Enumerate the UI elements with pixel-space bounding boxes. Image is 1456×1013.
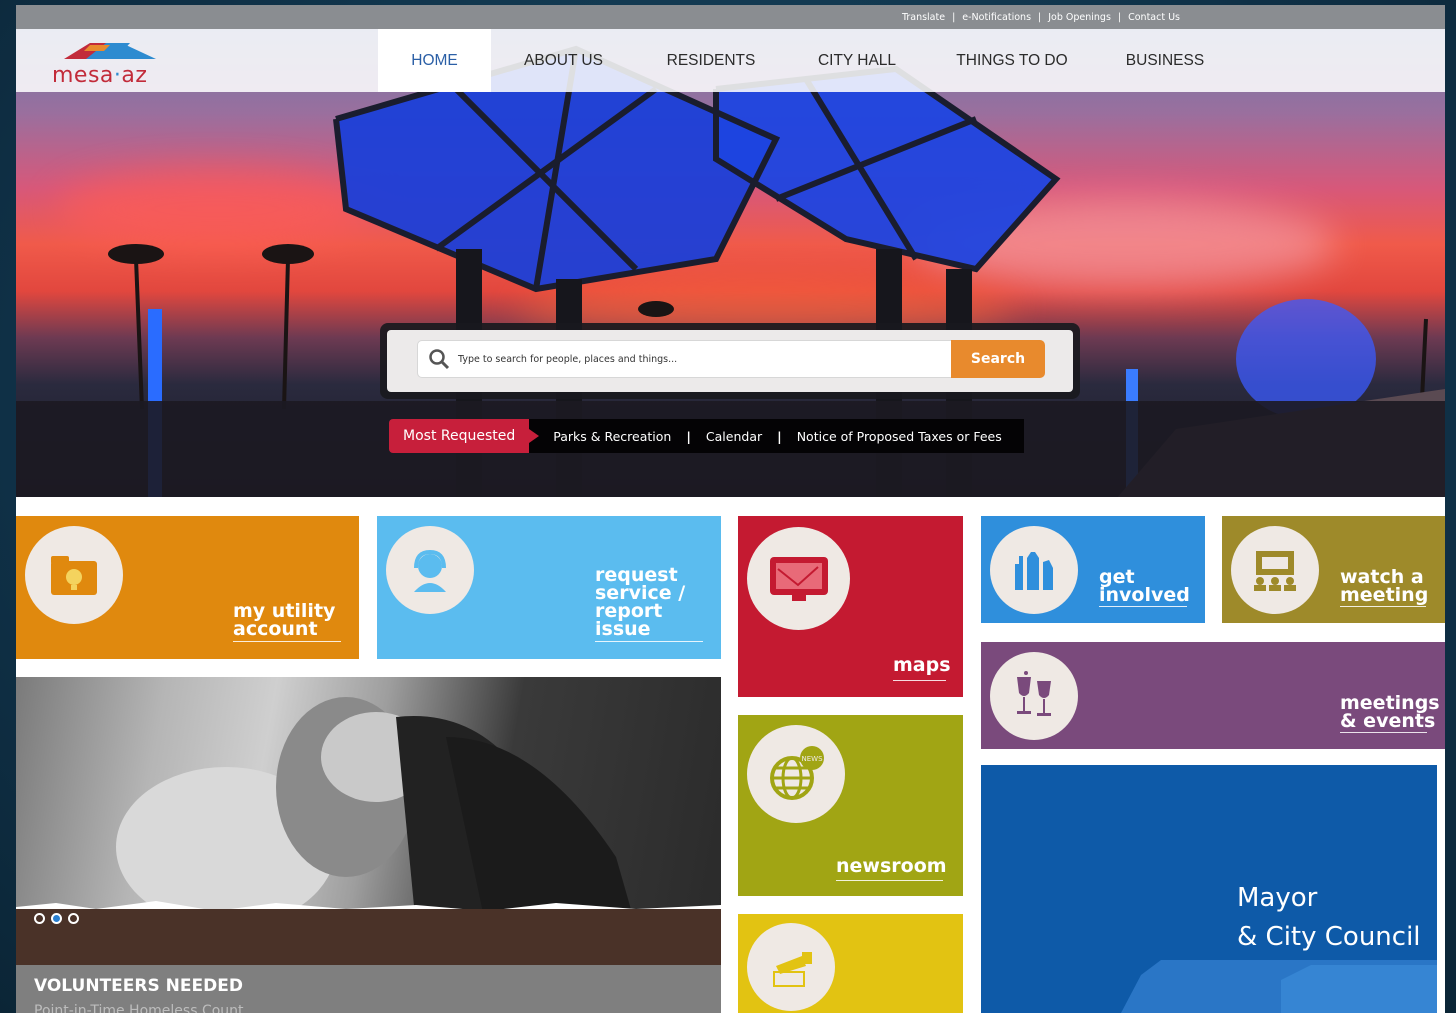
mesa-az-logo[interactable]: mesa·az — [52, 35, 162, 89]
presentation-icon — [1231, 526, 1319, 614]
wine-glasses-icon — [990, 652, 1078, 740]
nav-residents[interactable]: RESIDENTS — [636, 29, 786, 92]
most-requested-bar: Most Requested Parks & Recreation | Cale… — [389, 419, 1024, 453]
translate-link[interactable]: Translate — [902, 12, 945, 23]
slider-dot-3[interactable] — [68, 913, 79, 924]
ballot-hand-icon — [747, 923, 835, 1011]
tile-my-utility-account[interactable]: my utility account — [16, 516, 359, 659]
nav-about-us[interactable]: ABOUT US — [491, 29, 636, 92]
tile-mayor-city-council[interactable]: Mayor & City Council — [981, 765, 1437, 1013]
news-globe-icon: NEWS — [747, 725, 845, 823]
calendar-link[interactable]: Calendar — [706, 429, 762, 444]
parks-recreation-link[interactable]: Parks & Recreation — [553, 429, 671, 444]
utility-bar: Translate | e-Notifications | Job Openin… — [16, 5, 1445, 29]
news-slider: VOLUNTEERS NEEDED Point-in-Time Homeless… — [16, 677, 721, 1013]
folder-lightbulb-icon — [25, 526, 123, 624]
raised-hands-icon — [990, 526, 1078, 614]
most-requested-label: Most Requested — [389, 419, 540, 453]
tile-get-involved[interactable]: get involved — [981, 516, 1205, 623]
tile-newsroom[interactable]: NEWS newsroom — [738, 715, 963, 896]
nav-city-hall[interactable]: CITY HALL — [786, 29, 928, 92]
nav-business[interactable]: BUSINESS — [1096, 29, 1234, 92]
notice-taxes-link[interactable]: Notice of Proposed Taxes or Fees — [797, 429, 1002, 444]
tile-voting[interactable] — [738, 914, 963, 1013]
main-navigation: mesa·az HOME ABOUT US RESIDENTS CITY HAL… — [16, 29, 1445, 92]
logo-text: mesa·az — [52, 63, 148, 88]
support-agent-icon — [386, 526, 474, 614]
mesa-homepage: Translate | e-Notifications | Job Openin… — [16, 5, 1445, 1013]
slider-title[interactable]: VOLUNTEERS NEEDED — [34, 976, 243, 996]
contact-us-link[interactable]: Contact Us — [1128, 12, 1180, 23]
svg-text:NEWS: NEWS — [801, 755, 823, 763]
e-notifications-link[interactable]: e-Notifications — [962, 12, 1031, 23]
search-button[interactable]: Search — [951, 340, 1045, 378]
nav-menu: HOME ABOUT US RESIDENTS CITY HALL THINGS… — [378, 29, 1234, 92]
search-panel: Type to search for people, places and th… — [380, 323, 1080, 399]
tile-watch-a-meeting[interactable]: watch a meeting — [1222, 516, 1445, 623]
utility-links: Translate | e-Notifications | Job Openin… — [901, 11, 1180, 23]
slider-dot-1[interactable] — [34, 913, 45, 924]
search-input[interactable]: Type to search for people, places and th… — [417, 340, 959, 378]
tile-meetings-events[interactable]: meetings & events — [981, 642, 1445, 749]
search-icon — [429, 349, 450, 370]
job-openings-link[interactable]: Job Openings — [1048, 12, 1111, 23]
slider-subtitle: Point-in-Time Homeless Count — [34, 1003, 244, 1013]
search-placeholder: Type to search for people, places and th… — [458, 353, 678, 365]
nav-home[interactable]: HOME — [378, 29, 491, 92]
slider-pagination — [34, 913, 79, 924]
nav-things-to-do[interactable]: THINGS TO DO — [928, 29, 1096, 92]
tile-maps[interactable]: maps — [738, 516, 963, 697]
slider-photo — [16, 677, 721, 927]
logo-mark-icon — [64, 43, 156, 59]
tile-request-service[interactable]: request service / report issue — [377, 516, 721, 659]
slider-dot-2[interactable] — [51, 913, 62, 924]
map-screen-icon — [747, 527, 850, 630]
